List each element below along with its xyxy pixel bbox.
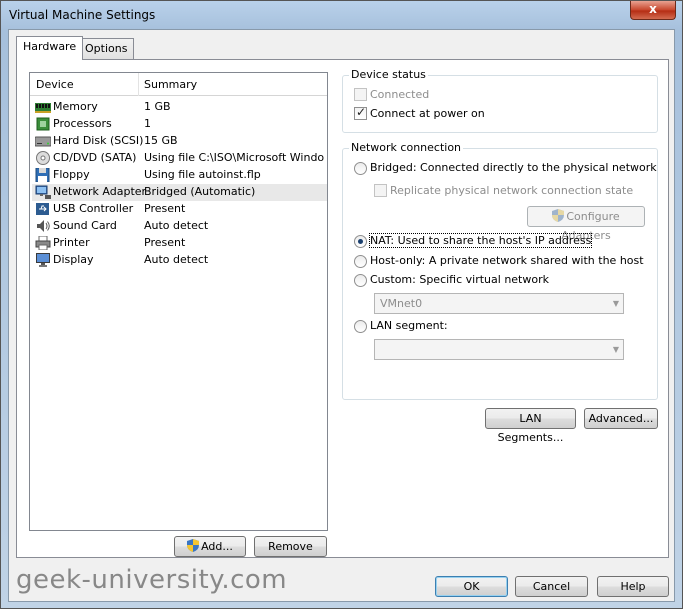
lan-segment-select[interactable]: ▼ [374,339,624,360]
sound-card-icon [37,220,50,232]
device-list-header: Device Summary [30,73,327,96]
network-connection-title: Network connection [349,141,464,154]
device-name: Display [53,253,94,266]
title-bar: Virtual Machine Settings x [1,1,682,29]
device-name: Hard Disk (SCSI) [53,134,144,147]
connected-checkbox[interactable] [354,88,367,101]
column-separator[interactable] [138,73,139,96]
advanced-button[interactable]: Advanced... [584,408,658,429]
connect-at-power-on-checkbox[interactable]: ✓ [354,105,367,120]
replicate-label: Replicate physical network connection st… [390,184,634,197]
device-name: USB Controller [53,202,134,215]
watermark: geek-university.com [16,565,288,595]
checkmark-icon: ✓ [356,105,367,119]
bridged-label: Bridged: Connected directly to the physi… [370,161,657,174]
device-row-usb-controller[interactable]: USB Controller Present [32,201,327,218]
connected-label: Connected [370,88,430,101]
add-button-label: Add... [201,540,233,553]
device-name: CD/DVD (SATA) [53,151,137,164]
device-list[interactable]: Device Summary Memory 1 GB Processors 1 … [29,72,328,531]
dialog-body: Hardware Options Device Summary Memory 1… [8,29,675,602]
device-name: Printer [53,236,90,249]
device-summary: Present [144,236,186,249]
device-row-printer[interactable]: Printer Present [32,235,327,252]
device-status-group: Device status Connected ✓ Connect at pow… [342,68,658,133]
device-row-sound-card[interactable]: Sound Card Auto detect [32,218,327,235]
device-row-hard-disk[interactable]: Hard Disk (SCSI) 15 GB [32,133,327,150]
device-name: Memory [53,100,98,113]
device-summary: Auto detect [144,253,209,266]
display-icon [36,253,50,267]
nat-radio[interactable] [354,235,367,248]
device-row-memory[interactable]: Memory 1 GB [32,99,327,116]
network-adapter-icon [35,185,51,199]
tab-hardware[interactable]: Hardware [16,36,84,60]
device-name: Network Adapter [53,185,147,198]
device-name: Sound Card [53,219,117,232]
ok-button[interactable]: OK [435,576,508,597]
device-row-cd-dvd[interactable]: CD/DVD (SATA) Using file C:\ISO\Microsof… [32,150,327,167]
device-summary: 1 GB [144,100,171,113]
memory-icon [35,103,51,113]
radio-selected-dot [358,239,363,244]
chevron-down-icon: ▼ [612,345,619,354]
lan-segments-button[interactable]: LAN Segments... [485,408,576,444]
cd-dvd-icon [36,151,50,165]
replicate-checkbox[interactable] [374,184,387,197]
host-only-label: Host-only: A private network shared with… [370,254,644,267]
lan-segment-label: LAN segment: [370,319,448,332]
processor-icon [36,117,50,131]
printer-icon [35,236,51,250]
custom-network-select[interactable]: VMnet0 ▼ [374,293,624,314]
lan-segment-radio[interactable] [354,320,367,333]
device-row-display[interactable]: Display Auto detect [32,252,327,269]
device-summary: Bridged (Automatic) [144,185,256,198]
hardware-panel: Device Summary Memory 1 GB Processors 1 … [16,59,669,558]
configure-adapters-button[interactable]: Configure Adapters [527,206,645,242]
network-connection-group: Network connection Bridged: Connected di… [342,141,658,400]
device-summary: Using file C:\ISO\Microsoft Windo... [144,151,324,164]
nat-label: NAT: Used to share the host's IP address [368,233,593,248]
close-button[interactable]: x [630,1,676,20]
floppy-icon [35,168,50,182]
connect-at-power-on-label: Connect at power on [370,107,485,120]
custom-label: Custom: Specific virtual network [370,273,549,286]
close-icon: x [649,2,657,16]
device-name: Floppy [53,168,90,181]
host-only-radio[interactable] [354,255,367,268]
cancel-button[interactable]: Cancel [515,576,588,597]
device-row-network-adapter[interactable]: Network Adapter Bridged (Automatic) [32,184,327,201]
device-name: Processors [53,117,112,130]
device-summary: Using file autoinst.flp [144,168,261,181]
hard-disk-icon [35,136,51,147]
column-header-summary[interactable]: Summary [144,78,197,91]
device-status-title: Device status [349,68,428,81]
remove-button[interactable]: Remove [254,536,327,557]
chevron-down-icon: ▼ [612,299,619,308]
device-row-processors[interactable]: Processors 1 [32,116,327,133]
device-summary: 15 GB [144,134,178,147]
bridged-radio[interactable] [354,162,367,175]
custom-network-value: VMnet0 [380,297,423,310]
help-button[interactable]: Help [597,576,669,597]
window: Virtual Machine Settings x Hardware Opti… [0,0,683,609]
column-header-device[interactable]: Device [36,78,74,91]
uac-shield-icon [552,209,565,222]
window-title: Virtual Machine Settings [9,8,156,22]
custom-radio[interactable] [354,274,367,287]
device-summary: Auto detect [144,219,209,232]
add-button[interactable]: Add... [174,536,246,557]
device-summary: 1 [144,117,151,130]
device-row-floppy[interactable]: Floppy Using file autoinst.flp [32,167,327,184]
device-summary: Present [144,202,186,215]
usb-icon [36,203,49,215]
tab-options[interactable]: Options [78,38,135,59]
uac-shield-icon [187,539,200,552]
